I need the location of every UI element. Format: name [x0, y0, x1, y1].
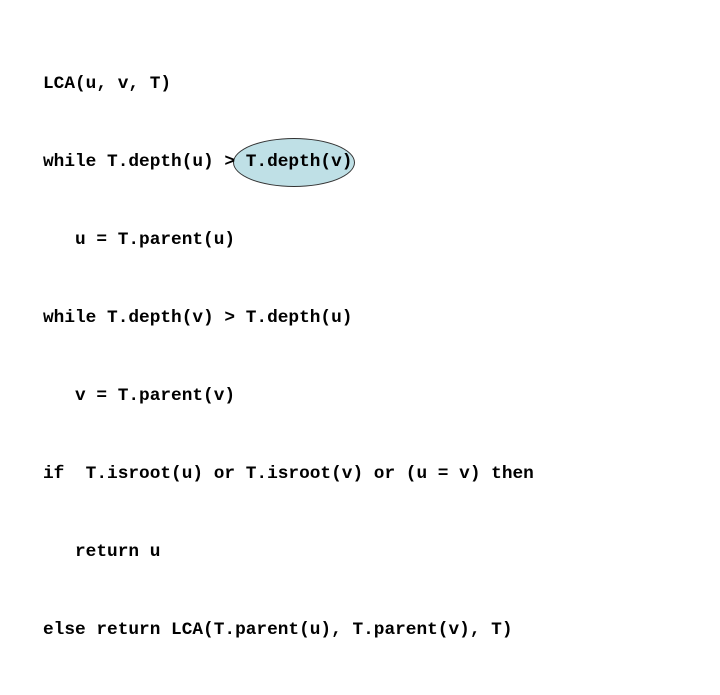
- code-line-else-recurse: else return LCA(T.parent(u), T.parent(v)…: [43, 620, 513, 640]
- pseudocode-block: LCA(u, v, T) while T.depth(u) > T.depth(…: [43, 19, 534, 695]
- code-line-while-v: while T.depth(v) > T.depth(u): [43, 308, 353, 328]
- code-line-signature: LCA(u, v, T): [43, 74, 172, 94]
- code-line-assign-v: v = T.parent(v): [43, 386, 236, 406]
- code-line-if-condition: if T.isroot(u) or T.isroot(v) or (u = v)…: [43, 464, 534, 484]
- code-line-while-u: while T.depth(u) > T.depth(v): [43, 152, 353, 172]
- code-line-return-u: return u: [43, 542, 161, 562]
- code-line-assign-u: u = T.parent(u): [43, 230, 236, 250]
